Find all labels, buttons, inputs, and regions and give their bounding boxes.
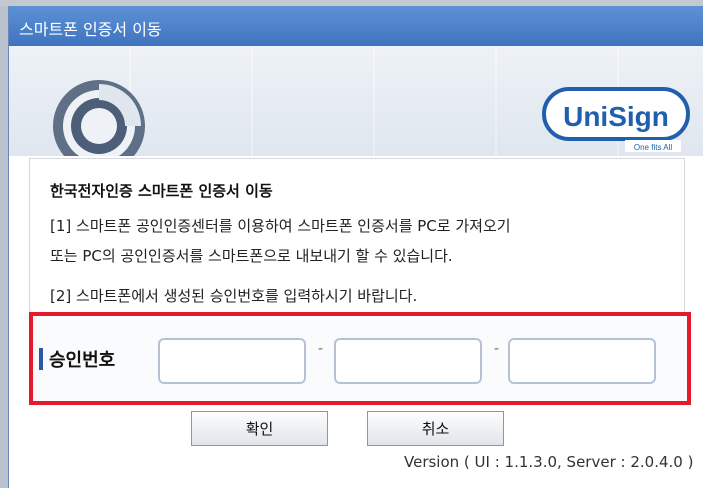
logo-tagline: One fits All	[634, 143, 672, 152]
approval-number-section: 승인번호 - -	[29, 312, 691, 405]
approval-number-field-3[interactable]	[508, 338, 656, 384]
approval-number-field-1[interactable]	[158, 338, 306, 384]
field-separator: -	[318, 341, 324, 357]
label-accent-bar	[39, 348, 43, 370]
approval-number-field-2[interactable]	[334, 338, 482, 384]
field-separator: -	[494, 341, 500, 357]
dialog-window: 스마트폰 인증서 이동 UniSign One fits All 한국전자인증 …	[8, 6, 703, 488]
svg-text:UniSign: UniSign	[563, 101, 669, 132]
description-line-2: 또는 PC의 공인인증서를 스마트폰으로 내보내기 할 수 있습니다.	[50, 247, 453, 265]
globe-emblem-icon	[53, 80, 145, 156]
description-line-3: [2] 스마트폰에서 생성된 승인번호를 입력하시기 바랍니다.	[50, 287, 418, 305]
header-banner: UniSign One fits All	[9, 46, 703, 156]
background-edge	[0, 6, 8, 488]
description-line-1: [1] 스마트폰 공인인증센터를 이용하여 스마트폰 인증서를 PC로 가져오기	[50, 217, 511, 235]
approval-number-label: 승인번호	[49, 350, 116, 371]
logo-text-sign: Sign	[608, 101, 669, 132]
titlebar[interactable]: 스마트폰 인증서 이동	[9, 6, 703, 46]
description-heading: 한국전자인증 스마트폰 인증서 이동	[50, 182, 273, 200]
ok-button[interactable]: 확인	[191, 411, 328, 446]
version-info: Version ( UI : 1.1.3.0, Server : 2.0.4.0…	[404, 453, 694, 471]
window-title: 스마트폰 인증서 이동	[19, 20, 162, 39]
logo-text-uni: Uni	[563, 101, 608, 132]
description-panel: 한국전자인증 스마트폰 인증서 이동 [1] 스마트폰 공인인증센터를 이용하여…	[29, 158, 685, 315]
cancel-button[interactable]: 취소	[367, 411, 504, 446]
unisign-logo: UniSign One fits All	[542, 87, 690, 152]
